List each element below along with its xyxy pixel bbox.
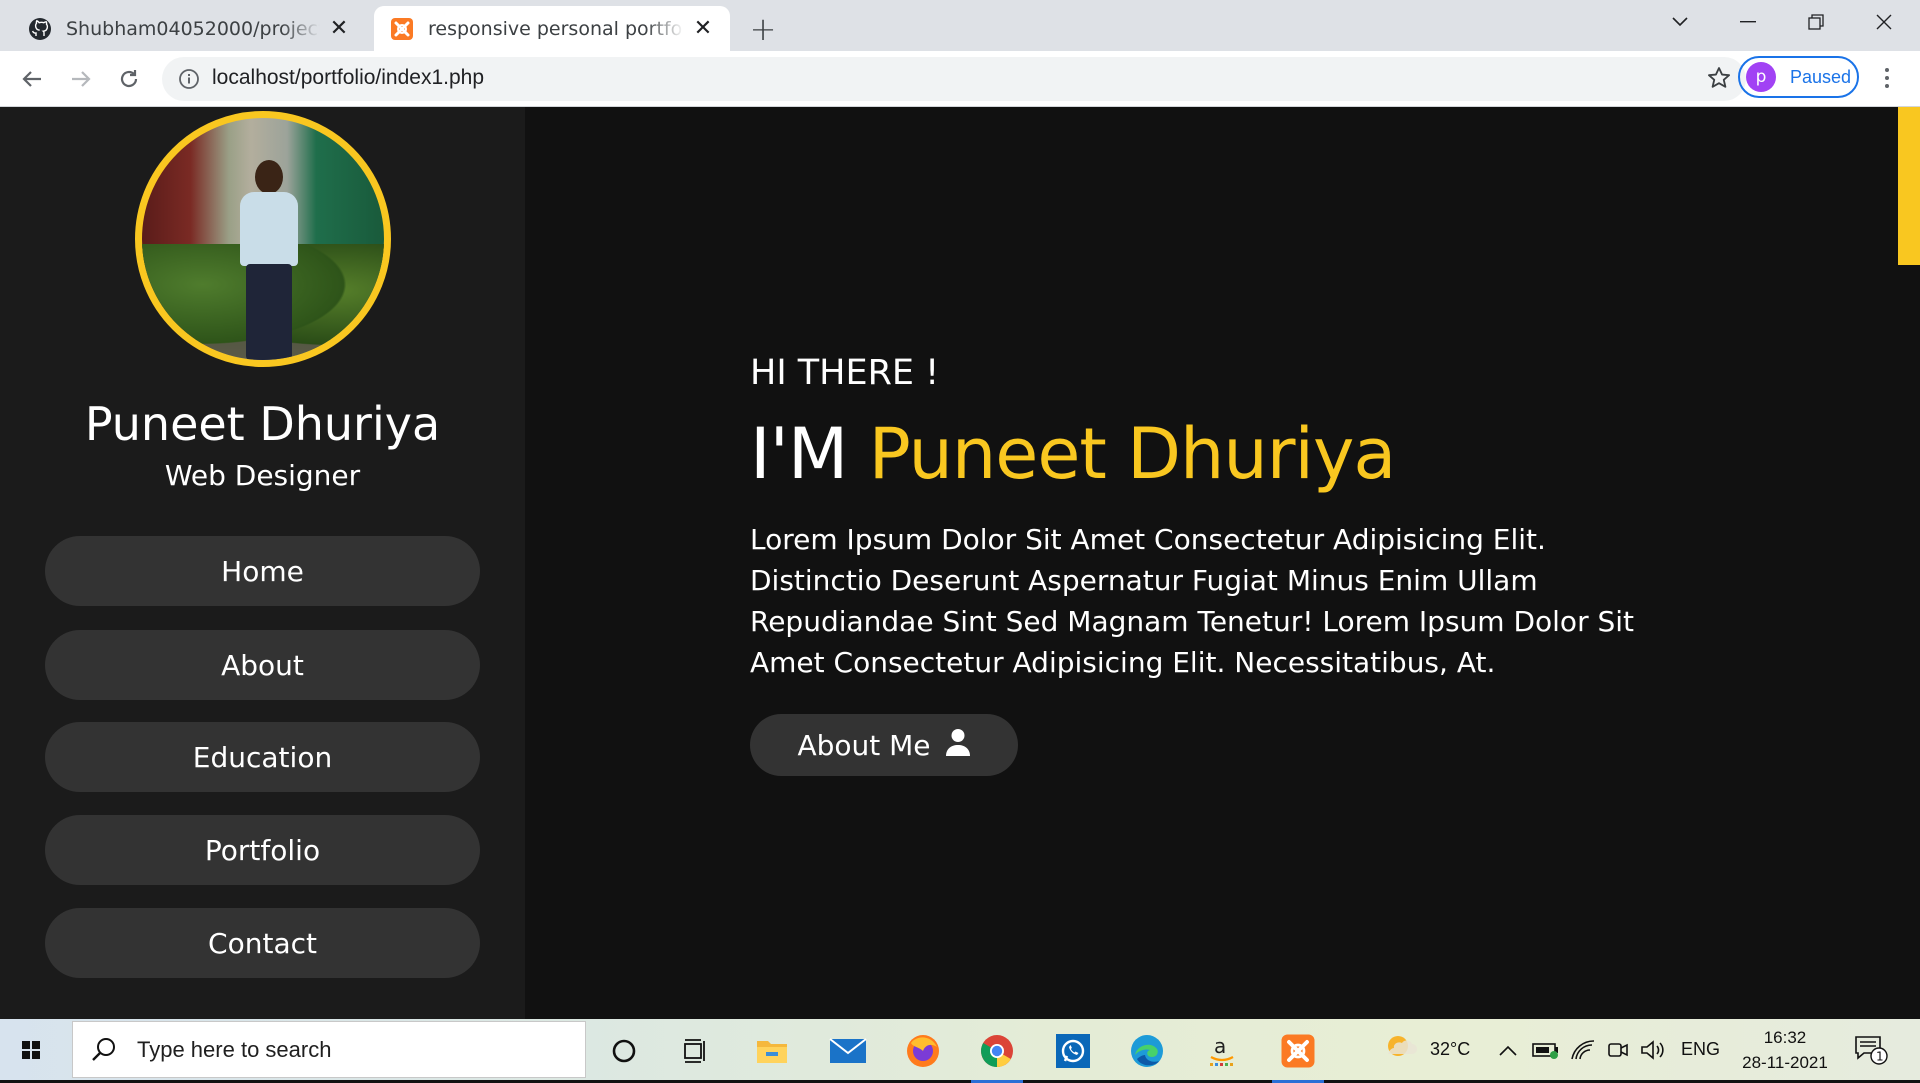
hero-greeting: HI THERE ! xyxy=(750,353,940,393)
scrollbar-thumb[interactable] xyxy=(1898,107,1920,265)
edge-icon[interactable] xyxy=(1117,1025,1177,1077)
windows-start-icon[interactable] xyxy=(14,1033,48,1067)
nav-education[interactable]: Education xyxy=(45,722,480,792)
new-tab-button[interactable]: + xyxy=(744,10,782,48)
input-language[interactable]: ENG xyxy=(1681,1019,1720,1080)
search-placeholder: Type here to search xyxy=(137,1036,332,1062)
volume-icon[interactable] xyxy=(1640,1019,1666,1080)
windows-taskbar: Type here to search a 32°C ENG 16:32 28-… xyxy=(0,1019,1920,1083)
profile-role: Web Designer xyxy=(164,459,361,492)
reload-icon[interactable] xyxy=(111,61,147,97)
search-icon xyxy=(89,1035,119,1065)
site-info-icon[interactable] xyxy=(178,68,200,90)
browser-tab-github[interactable]: Shubham04052000/project-portfolio ✕ xyxy=(14,6,364,51)
chrome-icon[interactable] xyxy=(967,1025,1027,1083)
minimize-icon[interactable] xyxy=(1714,0,1782,44)
show-hidden-icons-icon[interactable] xyxy=(1498,1019,1518,1080)
task-view-icon[interactable] xyxy=(666,1025,726,1077)
tab-title: responsive personal portfolio website xyxy=(428,17,684,40)
whatsapp-icon[interactable] xyxy=(1043,1025,1103,1077)
weather-sun-icon xyxy=(1382,1032,1418,1067)
close-tab-icon[interactable]: ✕ xyxy=(328,16,350,41)
browser-menu-icon[interactable] xyxy=(1874,63,1900,93)
page-scrollbar[interactable] xyxy=(1898,107,1920,1019)
browser-tab-portfolio[interactable]: responsive personal portfolio website ✕ xyxy=(374,6,730,51)
address-bar[interactable]: localhost/portfolio/index1.php xyxy=(162,57,1746,101)
nav-portfolio[interactable]: Portfolio xyxy=(45,815,480,885)
hero-name: Puneet Dhuriya xyxy=(868,413,1397,495)
sidebar-nav: Home About Education Portfolio Contact xyxy=(45,536,480,1002)
xampp-icon xyxy=(390,17,414,41)
profile-status: Paused xyxy=(1790,66,1852,87)
restore-icon[interactable] xyxy=(1782,0,1850,44)
browser-toolbar: localhost/portfolio/index1.php p Paused xyxy=(0,51,1920,107)
firefox-icon[interactable] xyxy=(893,1025,953,1077)
bookmark-star-icon[interactable] xyxy=(1706,65,1732,91)
clock-time: 16:32 xyxy=(1763,1028,1807,1047)
svg-text:a: a xyxy=(1214,1034,1226,1058)
weather-temperature: 32°C xyxy=(1430,1039,1471,1059)
file-explorer-icon[interactable] xyxy=(742,1025,802,1077)
wifi-icon[interactable] xyxy=(1570,1019,1596,1080)
nav-contact[interactable]: Contact xyxy=(45,908,480,978)
profile-button[interactable]: p Paused xyxy=(1738,56,1859,98)
nav-about[interactable]: About xyxy=(45,630,480,700)
tab-search-icon[interactable] xyxy=(1646,0,1714,44)
notification-count: 1 xyxy=(1876,1049,1884,1063)
close-tab-icon[interactable]: ✕ xyxy=(692,16,714,41)
about-me-button[interactable]: About Me xyxy=(750,714,1018,776)
clock-date: 28-11-2021 xyxy=(1742,1053,1828,1072)
profile-name: Puneet Dhuriya xyxy=(84,397,441,451)
battery-icon[interactable] xyxy=(1532,1019,1560,1080)
amazon-icon[interactable]: a xyxy=(1192,1025,1252,1077)
portfolio-page: Puneet Dhuriya Web Designer Home About E… xyxy=(0,107,1920,1019)
meet-now-icon[interactable] xyxy=(1606,1019,1630,1080)
cortana-icon[interactable] xyxy=(594,1025,654,1077)
sidebar: Puneet Dhuriya Web Designer Home About E… xyxy=(0,107,525,1019)
mail-icon[interactable] xyxy=(818,1025,878,1077)
about-me-label: About Me xyxy=(797,728,931,762)
system-clock[interactable]: 16:32 28-11-2021 xyxy=(1730,1025,1840,1075)
close-window-icon[interactable] xyxy=(1850,0,1918,44)
browser-tab-bar: Shubham04052000/project-portfolio ✕ resp… xyxy=(0,0,1920,51)
back-icon[interactable] xyxy=(14,61,50,97)
hero-headline: I'M Puneet Dhuriya xyxy=(750,413,1397,495)
forward-icon[interactable] xyxy=(63,61,99,97)
profile-photo xyxy=(135,111,391,367)
action-center-icon[interactable]: 1 xyxy=(1854,1019,1888,1080)
weather-widget[interactable]: 32°C xyxy=(1382,1019,1470,1080)
url-text: localhost/portfolio/index1.php xyxy=(212,66,485,89)
taskbar-search-input[interactable]: Type here to search xyxy=(72,1021,586,1078)
github-icon xyxy=(28,17,52,41)
avatar: p xyxy=(1746,62,1776,92)
hero-prefix: I'M xyxy=(750,413,848,495)
xampp-taskbar-icon[interactable] xyxy=(1268,1025,1328,1083)
user-icon xyxy=(945,728,971,763)
hero-description: Lorem Ipsum Dolor Sit Amet Consectetur A… xyxy=(750,523,1635,679)
tab-title: Shubham04052000/project-portfolio xyxy=(66,17,320,40)
nav-home[interactable]: Home xyxy=(45,536,480,606)
